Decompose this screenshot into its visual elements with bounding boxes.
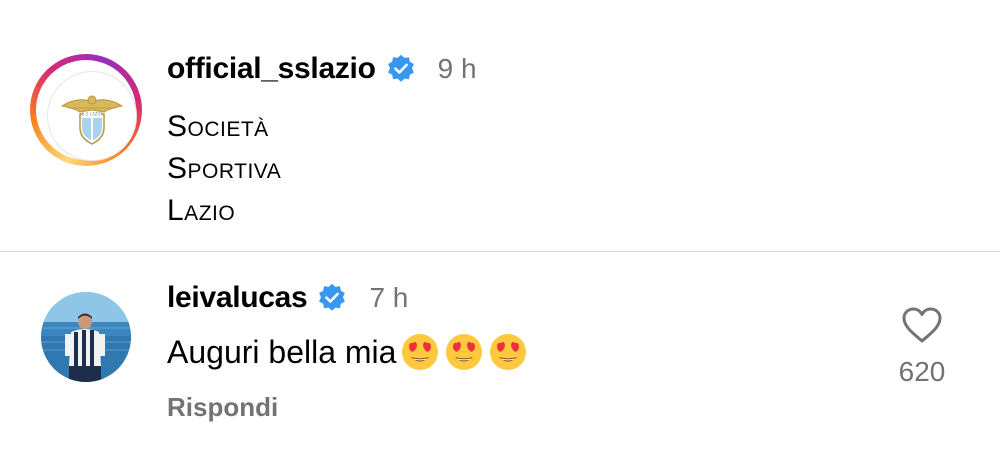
heart-eyes-emoji-icon	[402, 334, 439, 370]
post-username[interactable]: official_sslazio	[167, 52, 376, 86]
story-ring[interactable]: S.S.LAZIO	[30, 54, 142, 166]
lazio-avatar[interactable]: S.S.LAZIO	[47, 71, 137, 161]
comment-username[interactable]: leivalucas	[167, 281, 308, 315]
caption-line: Società	[167, 110, 269, 143]
post-caption-text: Società Sportiva Lazio	[167, 106, 281, 232]
post-time: 9 h	[437, 53, 477, 84]
heart-outline-icon[interactable]	[900, 305, 944, 345]
post-header: official_sslazio 9 h	[167, 49, 477, 89]
comment-text: Auguri bella mia	[167, 333, 397, 370]
post-caption: S.S.LAZIO official_sslazio 9 h Società S…	[0, 0, 1000, 252]
comment-item: leivalucas 7 h Auguri bella mia Rispondi…	[0, 252, 1000, 472]
player-photo-icon	[41, 292, 131, 382]
lazio-eagle-crest-icon: S.S.LAZIO	[60, 95, 124, 145]
verified-badge-icon	[319, 283, 346, 311]
leivalucas-avatar[interactable]	[41, 292, 131, 382]
comment-header: leivalucas 7 h	[167, 278, 408, 318]
heart-eyes-emoji-icon	[446, 334, 483, 370]
reply-button[interactable]: Rispondi	[167, 392, 278, 423]
comment-body: Auguri bella mia	[167, 332, 528, 372]
like-count: 620	[898, 356, 946, 387]
svg-text:S.S.LAZIO: S.S.LAZIO	[82, 112, 102, 117]
caption-line: Sportiva	[167, 152, 282, 185]
verified-badge-icon	[387, 54, 414, 82]
heart-eyes-emoji-icon	[490, 334, 527, 370]
comment-time: 7 h	[369, 282, 409, 313]
caption-line: Lazio	[167, 194, 236, 227]
